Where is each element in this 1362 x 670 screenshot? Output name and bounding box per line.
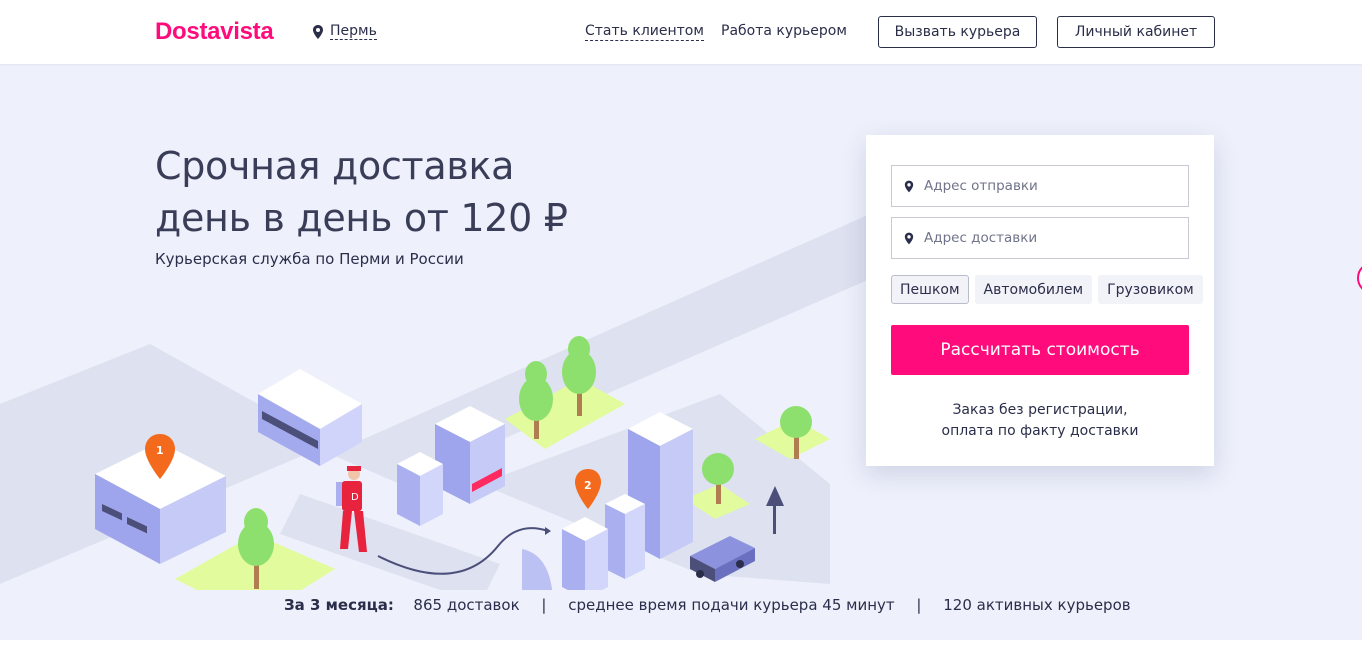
city-selector[interactable]: Пермь xyxy=(312,23,377,40)
map-pin-icon xyxy=(313,24,323,39)
map-pin-icon xyxy=(904,180,914,192)
logo[interactable]: Dostavista xyxy=(155,18,274,46)
stats-avg-time: среднее время подачи курьера 45 минут xyxy=(568,596,895,614)
order-form-card: Пешком Автомобилем Грузовиком Рассчитать… xyxy=(866,135,1214,466)
route-arrowhead xyxy=(545,527,551,535)
form-note: Заказ без регистрации, оплата по факту д… xyxy=(866,400,1214,442)
hero-title-line-1: Срочная доставка xyxy=(155,144,515,188)
pin-1-label: 1 xyxy=(156,444,164,457)
pickup-address-input[interactable] xyxy=(924,178,1174,194)
courier-badge: D xyxy=(351,492,359,503)
call-courier-button[interactable]: Вызвать курьера xyxy=(878,16,1037,48)
stats-couriers: 120 активных курьеров xyxy=(943,596,1131,614)
nav-courier-work[interactable]: Работа курьером xyxy=(721,23,847,40)
map-pin-icon xyxy=(904,232,914,244)
stats-separator: | xyxy=(541,596,547,614)
delivery-address-field[interactable] xyxy=(891,217,1189,259)
stats-prefix: За 3 месяца: xyxy=(284,596,394,614)
stats-separator: | xyxy=(916,596,922,614)
city-illustration: D 1 2 xyxy=(0,214,870,590)
delivery-mode-selector: Пешком Автомобилем Грузовиком xyxy=(891,275,1203,304)
form-note-line-2: оплата по факту доставки xyxy=(941,423,1139,439)
mode-truck-button[interactable]: Грузовиком xyxy=(1098,275,1203,304)
mode-car-button[interactable]: Автомобилем xyxy=(974,275,1093,304)
pin-2-label: 2 xyxy=(584,479,592,492)
nav-become-client[interactable]: Стать клиентом xyxy=(585,23,704,41)
top-header: Dostavista Пермь Стать клиентом Работа к… xyxy=(0,0,1362,64)
city-name: Пермь xyxy=(330,23,377,40)
page-footer-area xyxy=(0,640,1362,670)
calculate-price-button[interactable]: Рассчитать стоимость xyxy=(891,325,1189,375)
delivery-address-input[interactable] xyxy=(924,230,1174,246)
mode-walk-button[interactable]: Пешком xyxy=(891,275,969,304)
pickup-address-field[interactable] xyxy=(891,165,1189,207)
stats-deliveries: 865 доставок xyxy=(413,596,520,614)
form-note-line-1: Заказ без регистрации, xyxy=(952,402,1128,418)
cabinet-button[interactable]: Личный кабинет xyxy=(1057,16,1215,48)
